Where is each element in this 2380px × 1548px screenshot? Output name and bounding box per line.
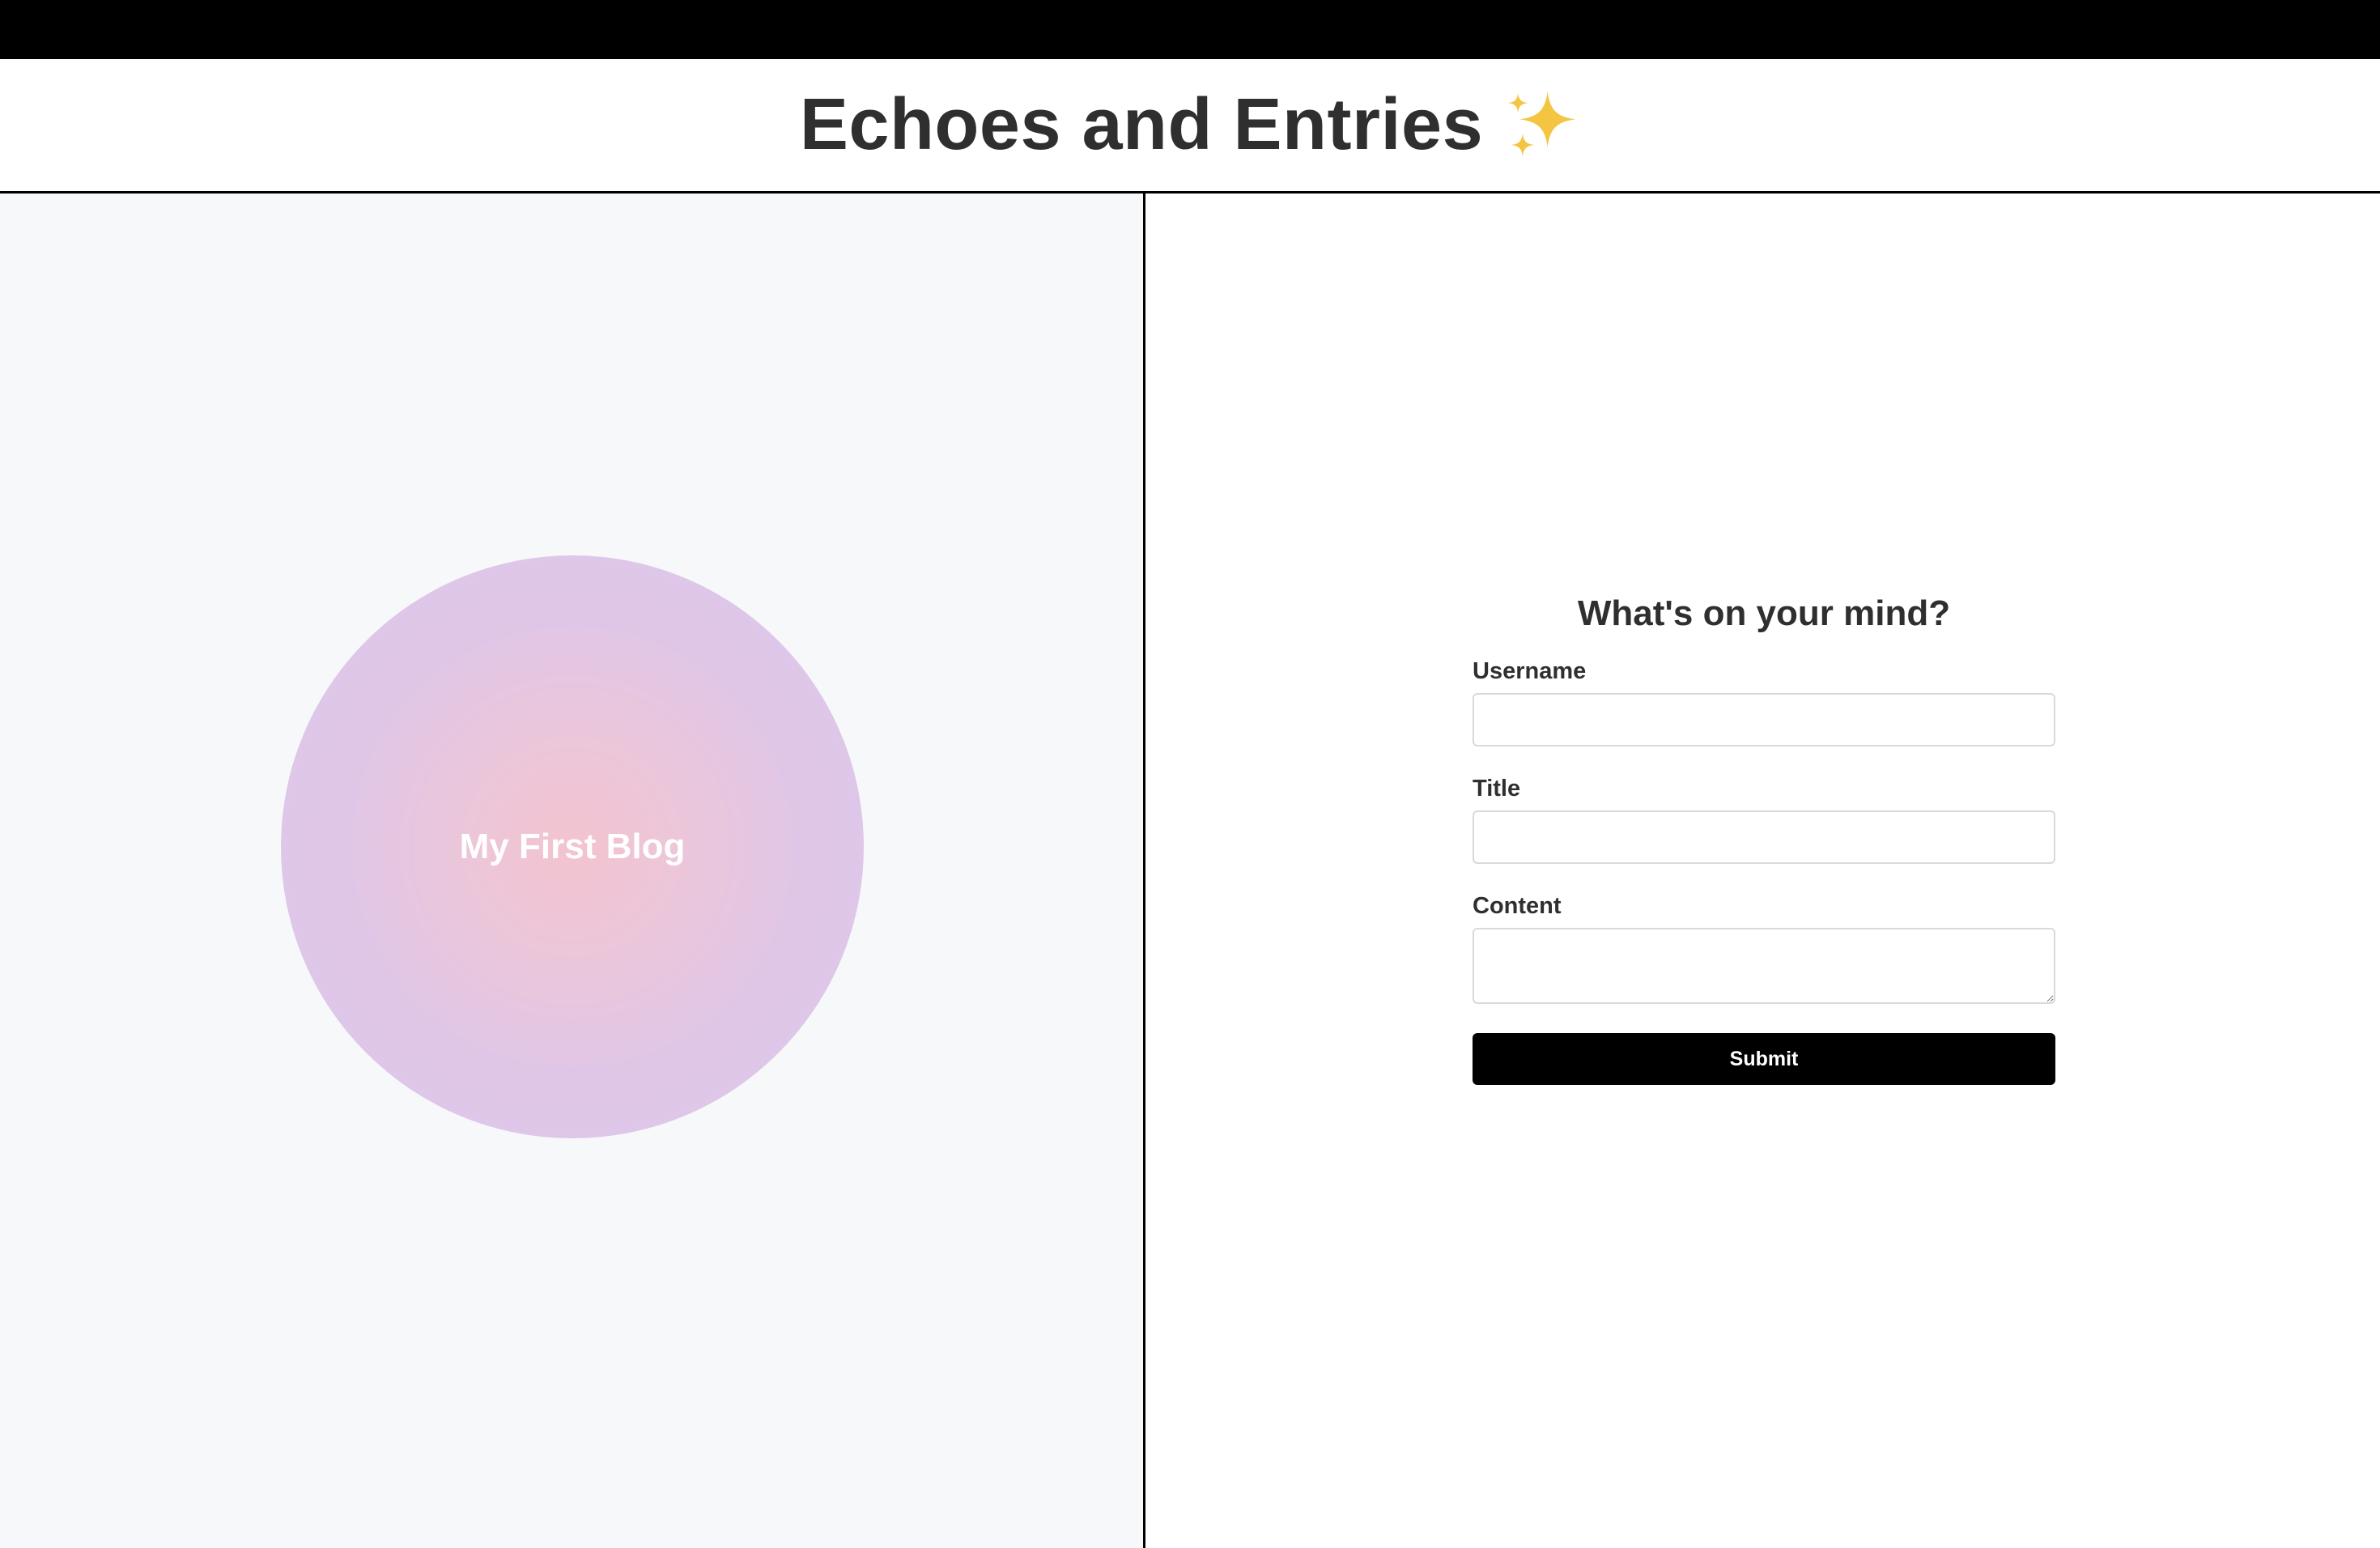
blog-list-pane: My First Blog: [0, 194, 1145, 1548]
username-label: Username: [1473, 658, 1587, 684]
new-post-form: What's on your mind? Username Title Cont…: [1473, 593, 2055, 1085]
title-input[interactable]: [1473, 810, 2055, 864]
new-post-pane: What's on your mind? Username Title Cont…: [1145, 194, 2380, 1548]
submit-button[interactable]: Submit: [1473, 1033, 2055, 1085]
page-title-text: Echoes and Entries: [799, 84, 1484, 165]
blog-item[interactable]: My First Blog: [281, 555, 864, 1138]
form-heading: What's on your mind?: [1577, 593, 1951, 633]
content-textarea[interactable]: [1473, 928, 2055, 1004]
top-bar: [0, 0, 2380, 59]
blog-item-title: My First Blog: [459, 827, 686, 866]
title-label: Title: [1473, 776, 1521, 802]
site-header: Echoes and Entries: [0, 59, 2380, 194]
sparkles-icon: [1507, 91, 1576, 156]
content-label: Content: [1473, 893, 1562, 919]
page-title: Echoes and Entries: [800, 83, 1580, 167]
username-input[interactable]: [1473, 693, 2055, 746]
